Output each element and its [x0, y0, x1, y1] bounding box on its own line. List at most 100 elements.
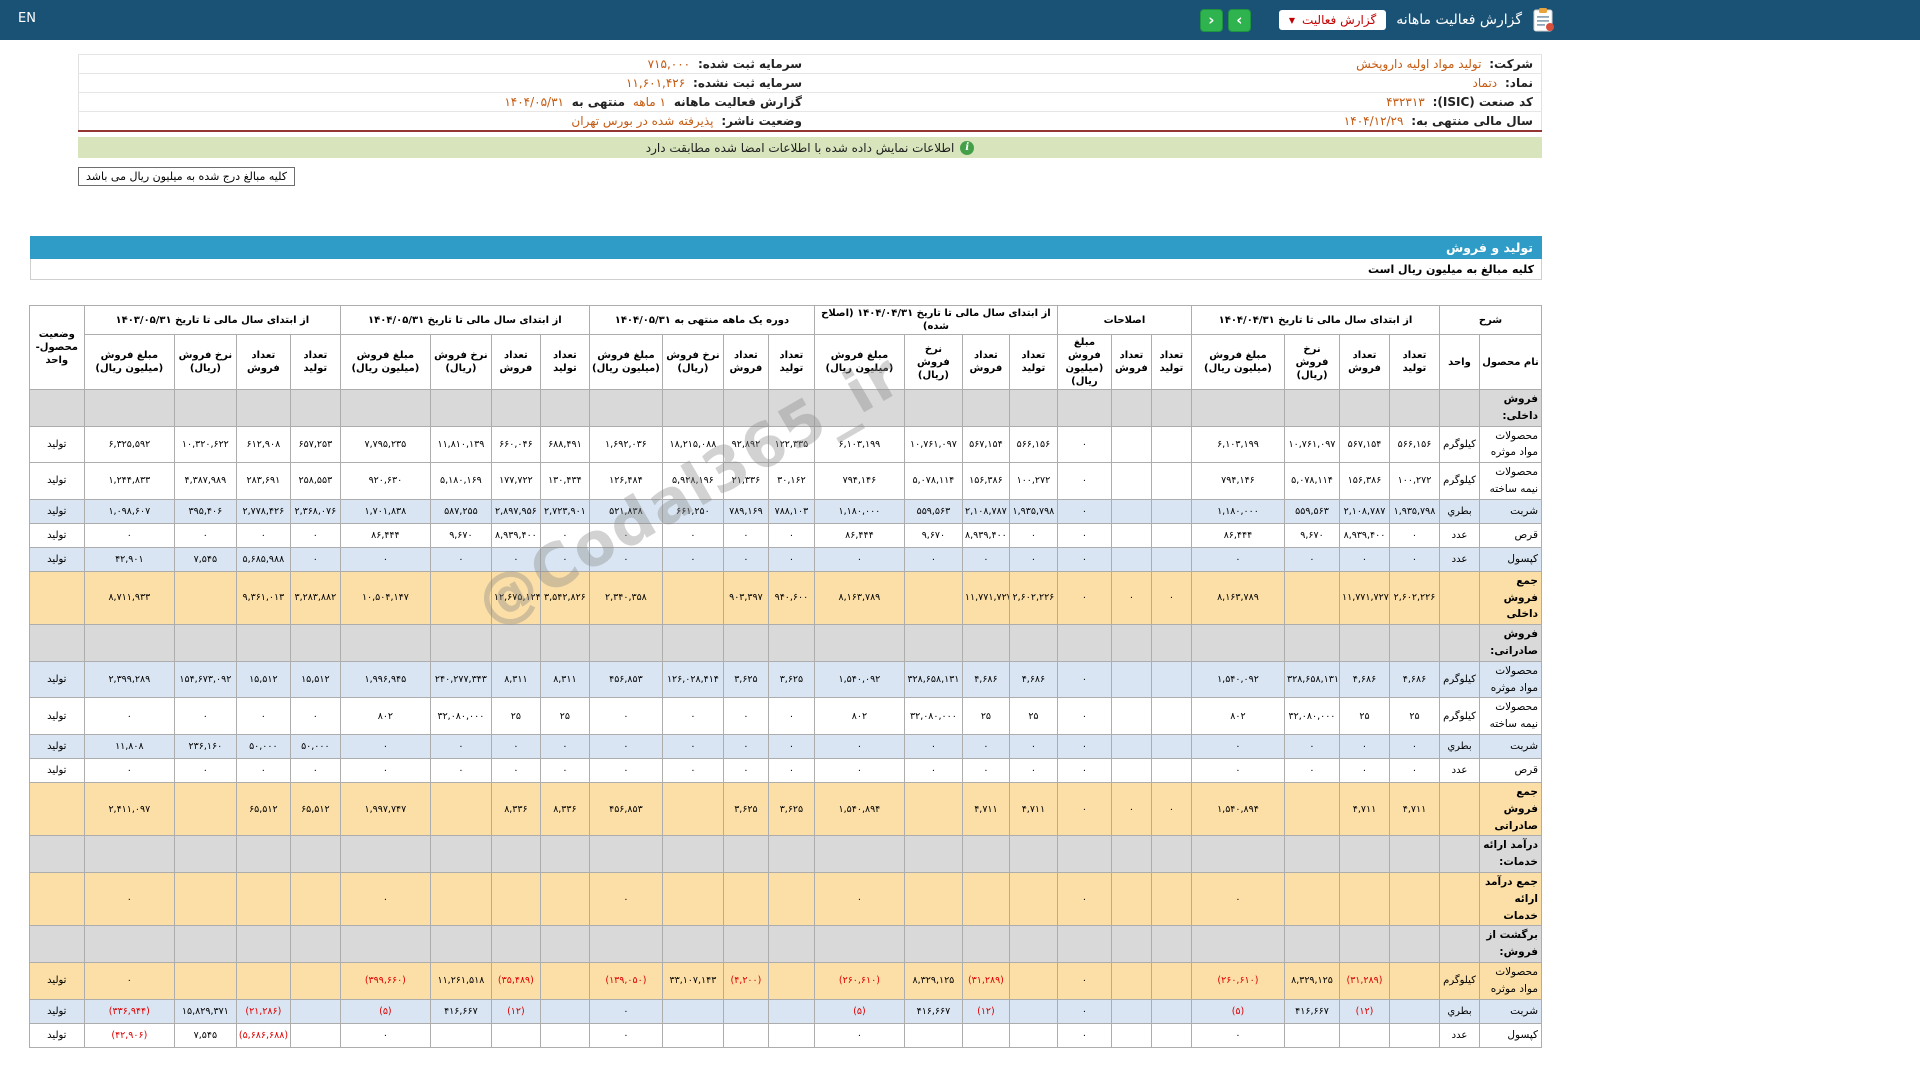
value-cell: ۰	[339, 546, 431, 572]
data-row: قرص عدد ۰ ۸,۹۳۹,۴۰۰ ۹,۶۷۰ ۸۶,۴۴۴ ۰ ۰ ۸,۹۳۹,۴۰۰ ۹,…	[28, 522, 1542, 548]
value-cell: ۱۵,۵۱۲	[289, 660, 341, 699]
value-cell	[289, 961, 341, 1000]
value-cell: ۴,۶۸۶	[1388, 660, 1440, 699]
total-row: جمع فروش صادراتی ۴,۷۱۱ ۴,۷۱۱ ۱,۵۴۰,۸۹۴ ۰ ۰ ۰ ۴,…	[28, 781, 1542, 837]
product-name-cell: شربت	[1479, 998, 1542, 1024]
value-cell: (۵)	[1190, 998, 1285, 1024]
value-cell: ۶,۱۰۳,۱۹۹	[1190, 425, 1285, 464]
value-cell: ۴۵۶,۸۵۳	[588, 781, 663, 837]
value-cell: ۲۴۰,۲۷۷,۳۴۳	[429, 660, 492, 699]
next-report-button[interactable]: ›	[1227, 8, 1251, 32]
value-cell	[173, 570, 237, 626]
value-cell: ۰	[339, 733, 431, 759]
value-cell: ۹,۶۷۰	[429, 522, 492, 548]
value-cell: ۰	[339, 1022, 431, 1048]
section-row: درآمد ارائه خدمات:	[28, 835, 1542, 873]
value-cell: ۵۰,۰۰۰	[235, 733, 291, 759]
value-cell	[1190, 624, 1285, 662]
fiscal-year-field: سال مالی منتهی به: ۱۴۰۴/۱۲/۲۹	[810, 111, 1542, 131]
value-cell: ۲۱,۳۳۶	[722, 462, 769, 500]
value-cell: ۲۵۸,۵۵۳	[289, 462, 341, 500]
value-cell: ۰	[173, 522, 237, 548]
value-cell	[1008, 998, 1058, 1024]
column-header: مبلغ فروش (میلیون ریال)	[83, 334, 175, 390]
value-cell: ۰	[813, 546, 905, 572]
value-cell: ۰	[588, 1022, 663, 1048]
value-cell: ۲۸۳,۶۹۱	[235, 462, 291, 500]
value-cell	[1056, 925, 1112, 963]
value-cell	[539, 835, 590, 873]
value-cell: ۰	[339, 871, 431, 927]
status-cell: تولید	[28, 1022, 85, 1048]
value-cell: ۶۵,۵۱۲	[289, 781, 341, 837]
value-cell: ۴,۶۸۶	[961, 660, 1010, 699]
value-cell: (۱۲)	[1338, 998, 1390, 1024]
value-cell: ۱,۲۴۴,۸۳۳	[83, 462, 175, 500]
value-cell: ۸۶,۴۴۴	[813, 522, 905, 548]
value-cell	[722, 1022, 769, 1048]
value-cell: ۵۵۹,۵۶۳	[1283, 498, 1340, 524]
production-sales-table: شرح از ابتدای سال مالی تا تاریخ ۱۴۰۴/۰۴/۳…	[28, 305, 1543, 1048]
value-cell	[1283, 570, 1340, 626]
value-cell: ۲,۸۹۷,۹۵۶	[490, 498, 541, 524]
value-cell	[813, 389, 905, 427]
column-header: مبلغ فروش (میلیون ریال)	[1190, 334, 1285, 390]
value-cell: ۰	[289, 697, 341, 735]
value-cell: ۷۹۴,۱۴۶	[1190, 462, 1285, 500]
value-cell	[1283, 624, 1340, 662]
value-cell: ۸,۳۳۶	[539, 781, 590, 837]
value-cell: ۰	[1190, 733, 1285, 759]
value-cell: (۴,۲۰۰)	[722, 961, 769, 1000]
value-cell: ۲,۱۰۸,۷۸۷	[1338, 498, 1390, 524]
value-cell: ۰	[490, 733, 541, 759]
value-cell: ۰	[289, 522, 341, 548]
language-toggle[interactable]: EN	[18, 11, 36, 26]
unit-cell	[1438, 925, 1481, 963]
value-cell: ۵,۰۷۸,۱۱۴	[1283, 462, 1340, 500]
value-cell: ۳۲,۰۸۰,۰۰۰	[903, 697, 963, 735]
prev-report-button[interactable]: ‹	[1199, 8, 1223, 32]
value-cell	[903, 389, 963, 427]
value-cell: ۵۶۷,۱۵۴	[1338, 425, 1390, 464]
value-cell: ۰	[490, 546, 541, 572]
value-cell	[539, 998, 590, 1024]
field-value: ۴۳۲۳۱۳	[1386, 95, 1425, 109]
page-content: شرکت: تولید مواد اولیه داروپخش سرمایه ثب…	[28, 54, 1543, 1048]
value-cell: ۲,۶۰۲,۲۲۶	[1008, 570, 1058, 626]
value-cell	[1110, 835, 1152, 873]
value-cell	[1388, 624, 1440, 662]
value-cell: ۸۰۲	[813, 697, 905, 735]
value-cell: ۰	[588, 757, 663, 783]
value-cell: ۸,۳۲۹,۱۲۵	[1283, 961, 1340, 1000]
value-cell: ۰	[429, 733, 492, 759]
value-cell	[1190, 835, 1285, 873]
value-cell: ۲,۳۶۸,۰۷۶	[289, 498, 341, 524]
value-cell	[173, 389, 237, 427]
value-cell: ۷۹۴,۱۴۶	[813, 462, 905, 500]
value-cell	[722, 835, 769, 873]
value-cell	[1150, 1022, 1192, 1048]
status-column-header: وضعیت محصول-واحد	[28, 305, 85, 390]
value-cell	[1388, 961, 1440, 1000]
status-cell	[28, 871, 85, 927]
value-cell: ۱,۵۴۰,۸۹۴	[1190, 781, 1285, 837]
value-cell	[1110, 522, 1152, 548]
unit-cell: بطري	[1438, 498, 1481, 524]
value-cell	[722, 871, 769, 927]
value-cell	[429, 389, 492, 427]
value-cell	[1056, 389, 1112, 427]
value-cell: ۰	[1056, 462, 1112, 500]
status-cell: تولید	[28, 462, 85, 500]
value-cell: (۱۲)	[490, 998, 541, 1024]
value-cell: ۱۱,۷۷۱,۷۲۷	[1338, 570, 1390, 626]
value-cell: ۸,۹۳۹,۴۰۰	[490, 522, 541, 548]
product-name-cell: محصولات مواد موثره	[1479, 425, 1542, 464]
value-cell: ۰	[722, 546, 769, 572]
value-cell: (۲۶۰,۶۱۰)	[813, 961, 905, 1000]
value-cell	[429, 871, 492, 927]
report-type-dropdown[interactable]: گزارش فعالیت ▼	[1278, 10, 1387, 30]
value-cell: ۸,۱۶۳,۷۸۹	[1190, 570, 1285, 626]
value-cell	[429, 570, 492, 626]
status-cell: تولید	[28, 660, 85, 699]
value-cell: ۹۲۰,۶۳۰	[339, 462, 431, 500]
